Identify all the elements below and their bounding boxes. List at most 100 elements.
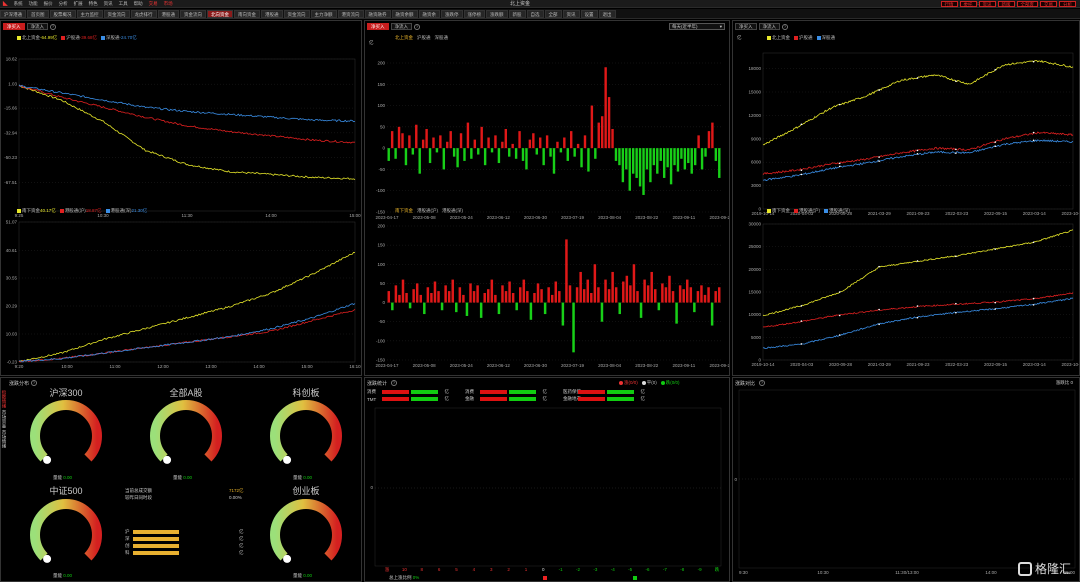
- bar: [614, 148, 618, 161]
- toolbar-button[interactable]: 主力监控: [76, 9, 103, 18]
- toolbar-button[interactable]: 设置: [580, 9, 598, 18]
- tab-net-buy[interactable]: 净买入: [3, 23, 25, 30]
- window-title: 北上资金: [510, 1, 531, 7]
- toolbar-button[interactable]: 股票概况: [49, 9, 76, 18]
- bar: [458, 287, 462, 303]
- toolbar-button[interactable]: 涨跌额: [486, 9, 508, 18]
- tab-net-inflow-daily[interactable]: 净流入: [390, 23, 412, 30]
- bar: [405, 293, 408, 303]
- x-tick-label: 2023-10-13: [1061, 362, 1079, 367]
- legend-swatch: [794, 208, 798, 213]
- plot-frame: [762, 223, 1074, 361]
- bar: [621, 148, 625, 183]
- quick-button[interactable]: 交易: [1040, 0, 1057, 7]
- tab-net-buy-daily[interactable]: 净买入: [367, 23, 389, 30]
- bar: [394, 285, 398, 303]
- menu-item[interactable]: 分析: [56, 1, 71, 7]
- bar: [542, 148, 545, 166]
- quick-button[interactable]: 资讯: [978, 0, 996, 7]
- menu-item[interactable]: 帮助: [131, 1, 146, 7]
- menu-item[interactable]: 功能: [26, 1, 41, 7]
- bar: [693, 148, 697, 166]
- quick-button[interactable]: 全部客: [1016, 0, 1038, 7]
- menu-item[interactable]: 工具: [116, 1, 131, 7]
- toolbar-button[interactable]: 港股通: [261, 9, 283, 18]
- toolbar-button[interactable]: 北向资金: [207, 9, 233, 18]
- bar: [703, 294, 707, 303]
- bar: [543, 302, 547, 315]
- menu-item[interactable]: 扩展: [71, 1, 86, 7]
- menu-item[interactable]: 资讯: [101, 1, 116, 7]
- toolbar-button[interactable]: 港股通: [157, 9, 179, 18]
- legend-name: 港股通(沪): [64, 208, 86, 213]
- series-marker: [955, 152, 957, 154]
- menu-item[interactable]: 报价: [41, 1, 56, 7]
- bar: [426, 287, 430, 303]
- toolbar-button[interactable]: 资讯: [562, 9, 580, 18]
- tab-net-inflow-cum[interactable]: 净流入: [758, 23, 780, 30]
- toolbar-button[interactable]: 资金流向: [103, 9, 130, 18]
- toolbar-button[interactable]: 南向资金: [234, 9, 260, 18]
- toolbar-button[interactable]: 涨跌停: [441, 9, 463, 18]
- toolbar-button[interactable]: 退出: [598, 9, 616, 18]
- toolbar-button[interactable]: 融资余: [418, 9, 440, 18]
- legend-value: 40.17亿: [40, 208, 56, 213]
- toolbar-button[interactable]: 龙虎排行: [130, 9, 157, 18]
- toolbar-button[interactable]: 自选: [526, 9, 544, 18]
- toolbar-button[interactable]: 涨停榜: [463, 9, 485, 18]
- down-marker: [633, 576, 637, 580]
- toolbar-button[interactable]: 港资流向: [337, 9, 364, 18]
- bar: [600, 302, 604, 322]
- chart-daily-south: -150 -100 -50 0 50 100 150 200 2023-04-17 2023-05…: [375, 224, 729, 369]
- menu-item[interactable]: 特色: [86, 1, 101, 7]
- bar: [462, 294, 465, 303]
- help-icon[interactable]: ?: [50, 23, 56, 30]
- y-tick-label: 15000: [748, 90, 761, 95]
- menu-item[interactable]: 交易: [146, 1, 161, 7]
- x-tick-label: -2: [576, 567, 580, 572]
- toolbar-button[interactable]: 融资融券: [364, 9, 391, 18]
- legend-name: 南下资金: [22, 208, 40, 213]
- x-tick-label: 5: [455, 567, 458, 572]
- bar: [639, 302, 643, 318]
- tab-net-buy-cum[interactable]: 净买入: [735, 23, 757, 30]
- chart-intraday-south: 51.0740.6130.5520.2910.03-0.239:20 10:00 1…: [6, 220, 361, 370]
- quick-button[interactable]: 委托: [959, 0, 977, 7]
- bar: [607, 289, 611, 303]
- bar: [508, 148, 511, 157]
- bar: [421, 139, 425, 149]
- turnover-bar-unit: 亿: [239, 529, 244, 534]
- x-tick-label: 13:00: [205, 364, 217, 369]
- toolbar-button[interactable]: 首页图: [27, 9, 49, 18]
- tab-net-inflow[interactable]: 净流入: [26, 23, 48, 30]
- bar: [697, 135, 700, 149]
- bar: [707, 131, 711, 149]
- quick-button[interactable]: 行情: [940, 0, 958, 7]
- bar: [710, 302, 714, 326]
- help-icon[interactable]: ?: [414, 23, 420, 30]
- bar: [412, 289, 415, 303]
- quick-button[interactable]: 新版: [997, 0, 1015, 7]
- series-marker: [800, 123, 803, 126]
- y-tick-label: 9000: [751, 136, 762, 141]
- toolbar-button[interactable]: 主力净额: [310, 9, 337, 18]
- toolbar-button[interactable]: 新股: [508, 9, 526, 18]
- turnover-bar-unit: 亿: [239, 536, 244, 541]
- x-tick-label: 2023-09-11: [673, 363, 696, 368]
- series-marker: [878, 89, 880, 91]
- turnover-bar-unit: 亿: [239, 550, 244, 555]
- period-select[interactable]: 每天(近半年) ▾: [669, 23, 725, 30]
- toolbar-button[interactable]: 沪深港通: [0, 9, 26, 18]
- menu-item[interactable]: 系统: [11, 1, 26, 7]
- toolbar-button[interactable]: 融资余额: [391, 9, 418, 18]
- menu-item[interactable]: 市场: [161, 1, 176, 7]
- bar: [668, 275, 671, 303]
- help-icon[interactable]: ?: [782, 23, 788, 30]
- x-tick-label: 3: [490, 567, 493, 572]
- x-tick-label: 16:10: [349, 364, 361, 369]
- legend-name: 深股通: [106, 35, 120, 40]
- toolbar-button[interactable]: 资金流向: [283, 9, 310, 18]
- quick-button[interactable]: 分析: [1059, 0, 1076, 7]
- toolbar-button[interactable]: 全部: [544, 9, 562, 18]
- toolbar-button[interactable]: 资金流向: [180, 9, 206, 18]
